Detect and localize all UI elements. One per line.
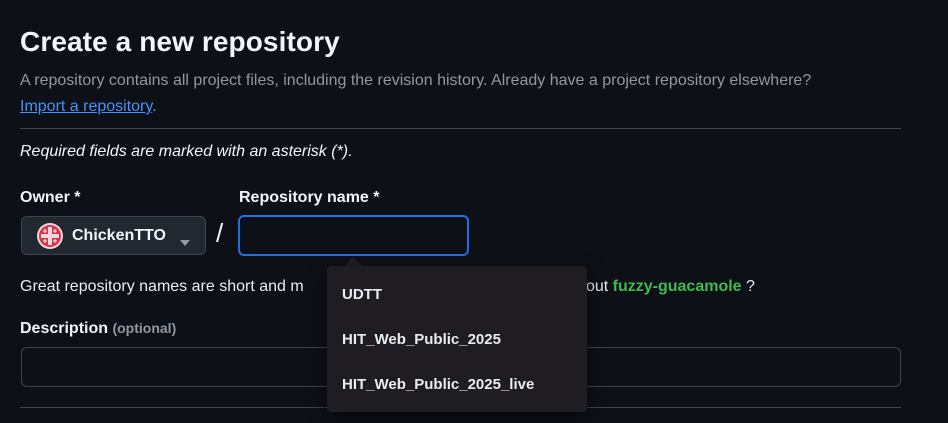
owner-label: Owner * bbox=[20, 189, 81, 206]
autocomplete-pointer bbox=[344, 257, 362, 266]
owner-name: ChickenTTO bbox=[72, 226, 166, 244]
chevron-down-icon bbox=[180, 233, 190, 251]
autocomplete-item[interactable]: HIT_Web_Public_2025 bbox=[342, 331, 501, 348]
repository-name-label: Repository name * bbox=[239, 189, 380, 206]
avatar bbox=[37, 222, 63, 249]
owner-select[interactable]: ChickenTTO bbox=[21, 216, 206, 255]
required-fields-note: Required fields are marked with an aster… bbox=[20, 143, 353, 160]
hint-question-mark: ? bbox=[746, 278, 755, 295]
divider bbox=[20, 128, 901, 129]
autocomplete-item[interactable]: UDTT bbox=[342, 286, 382, 303]
subtitle-text: A repository contains all project files,… bbox=[20, 72, 812, 89]
owner-repo-separator: / bbox=[216, 218, 224, 248]
hint-text-start: Great repository names are short and m bbox=[20, 278, 304, 295]
description-label-text: Description bbox=[20, 320, 109, 337]
page-title: Create a new repository bbox=[20, 26, 340, 57]
subtitle-period: . bbox=[152, 98, 157, 115]
import-repository-link[interactable]: Import a repository bbox=[20, 98, 152, 115]
create-repo-page: Create a new repository A repository con… bbox=[0, 0, 948, 423]
name-suggestion-link[interactable]: fuzzy-guacamole bbox=[613, 278, 742, 295]
avatar-icon bbox=[37, 222, 63, 249]
autocomplete-dropdown: UDTT HIT_Web_Public_2025 HIT_Web_Public_… bbox=[327, 266, 587, 412]
autocomplete-item[interactable]: HIT_Web_Public_2025_live bbox=[342, 376, 534, 393]
optional-tag: (optional) bbox=[112, 320, 177, 336]
page-subtitle: A repository contains all project files,… bbox=[20, 68, 920, 120]
description-label: Description (optional) bbox=[20, 320, 176, 338]
repository-name-input[interactable] bbox=[238, 215, 469, 256]
